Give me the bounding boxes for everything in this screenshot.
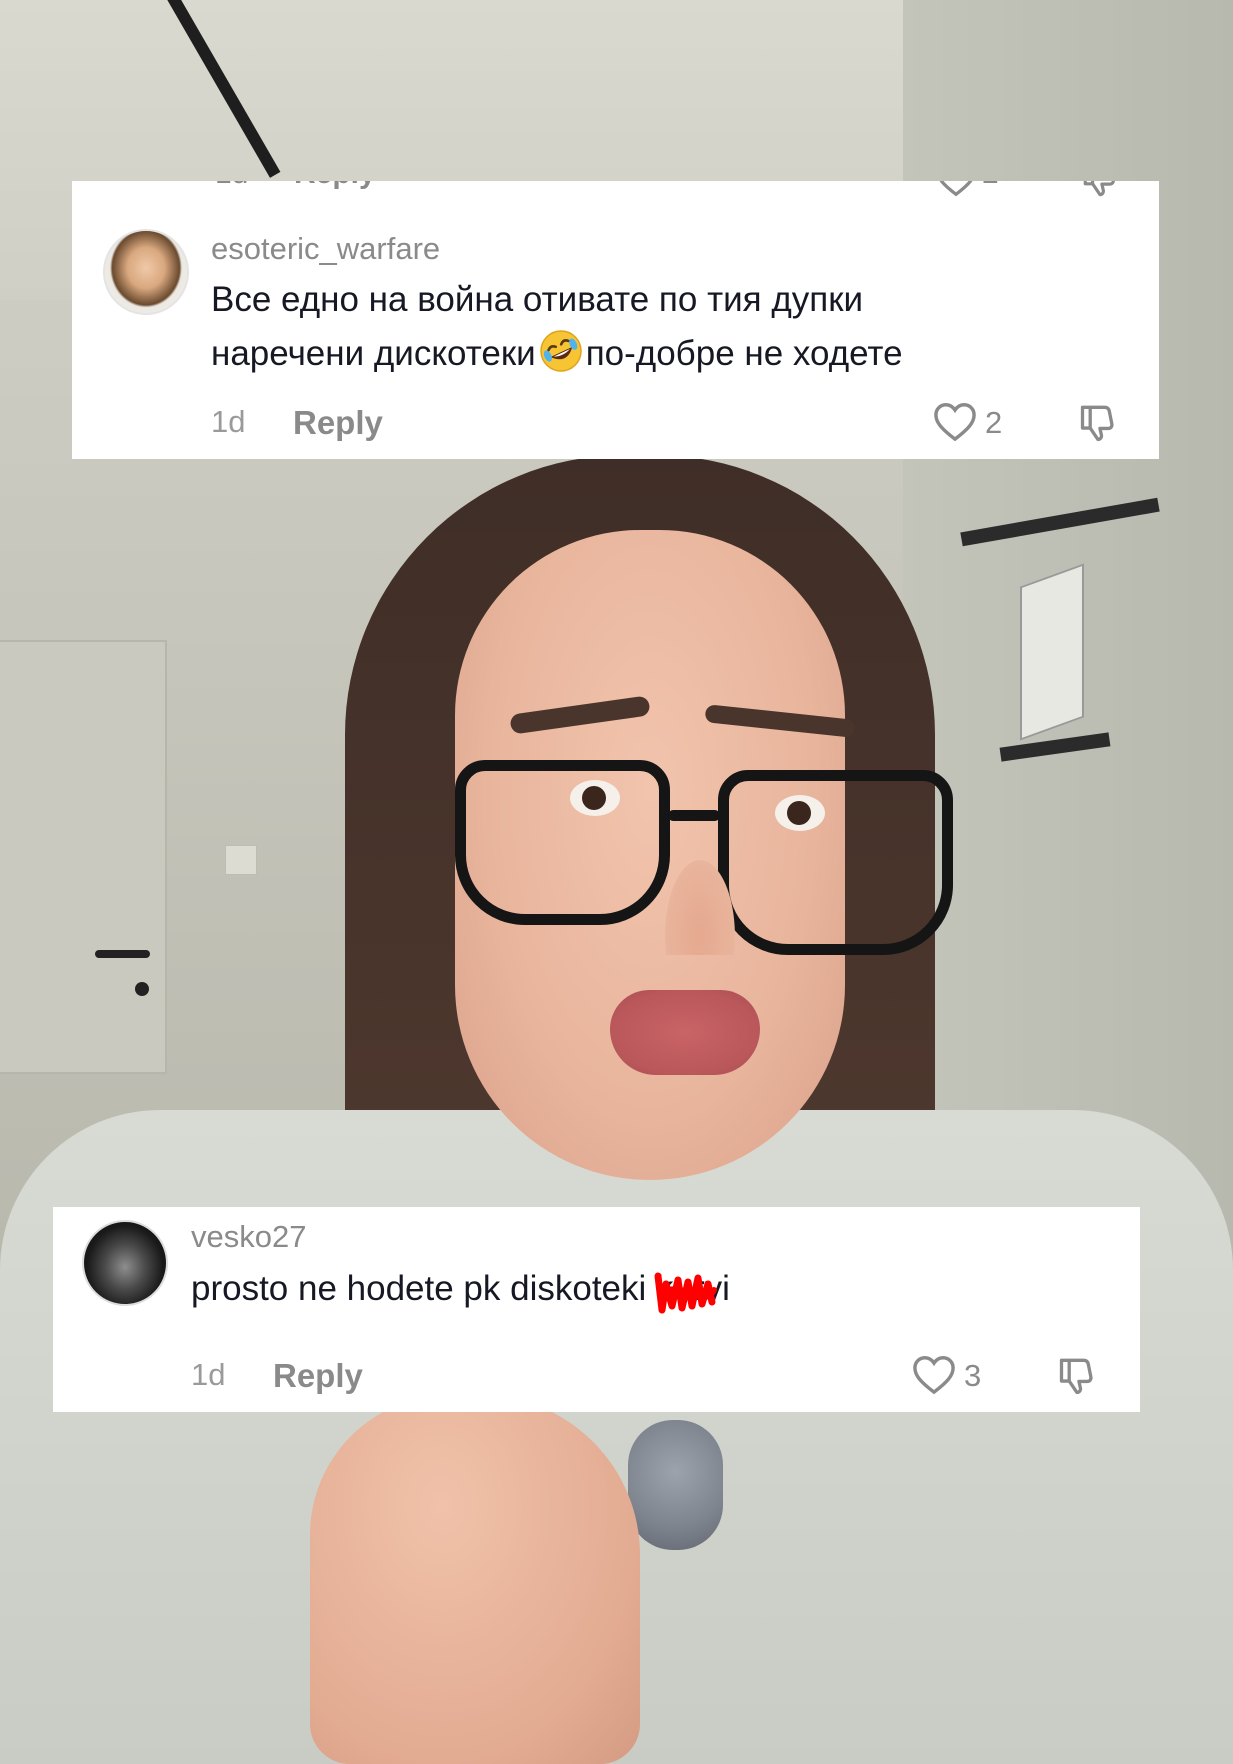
reply-button[interactable]: Reply xyxy=(294,181,376,191)
picture-frame xyxy=(1020,563,1084,741)
comment-username[interactable]: esoteric_warfare xyxy=(211,231,440,267)
thumbs-down-outline-icon[interactable] xyxy=(1077,400,1121,444)
like-count: 3 xyxy=(964,1358,982,1393)
like-count: 2 xyxy=(985,405,1003,440)
comment-time: 1d xyxy=(215,181,248,191)
presenter-lips xyxy=(610,990,760,1075)
avatar[interactable] xyxy=(82,1220,168,1306)
comment-text-line: Все едно на война отивате по тия дупки xyxy=(211,280,864,319)
comment-text-line: наречени дискотеки по-добре не ходете xyxy=(211,327,903,381)
censored-word: kur xyxy=(654,1262,718,1316)
glasses-lens xyxy=(455,760,670,925)
heart-outline-icon[interactable] xyxy=(911,1353,957,1395)
comment-text: Все едно на война отивате по тия дупки н… xyxy=(211,273,903,381)
previous-comment-actions-cutoff: 1d Reply 2 xyxy=(72,181,1159,197)
heart-outline-icon[interactable] xyxy=(934,181,978,205)
thumbs-down-outline-icon[interactable] xyxy=(1080,181,1122,207)
glasses-bridge xyxy=(668,810,720,821)
comment-time: 1d xyxy=(211,404,246,439)
comment-username[interactable]: vesko27 xyxy=(191,1219,306,1255)
lapel-microphone xyxy=(628,1420,723,1550)
door-lock xyxy=(135,982,149,996)
comment-card: 1d Reply 2 esoteric_warfare Все едно на … xyxy=(72,181,1159,459)
comment-text-segment: prosto ne hodete pk diskoteki xyxy=(191,1269,657,1308)
comment-text: prosto ne hodete pk diskoteki kur vi xyxy=(191,1262,730,1316)
like-count: 2 xyxy=(982,181,999,191)
comment-actions: 1d Reply 3 xyxy=(53,1356,1140,1399)
censor-scribble-icon xyxy=(654,1272,718,1314)
presenter-fist xyxy=(310,1395,640,1764)
reply-button[interactable]: Reply xyxy=(273,1357,363,1395)
light-switch xyxy=(225,845,257,875)
comment-card: vesko27 prosto ne hodete pk diskoteki ku… xyxy=(53,1207,1140,1412)
comment-time: 1d xyxy=(191,1357,226,1392)
avatar[interactable] xyxy=(103,229,189,315)
heart-outline-icon[interactable] xyxy=(932,400,978,442)
rolling-on-floor-laughing-emoji-icon xyxy=(538,328,584,374)
reply-button[interactable]: Reply xyxy=(293,404,383,442)
door-handle xyxy=(95,950,150,958)
comment-text-segment: по-добре не ходете xyxy=(585,334,903,373)
thumbs-down-outline-icon[interactable] xyxy=(1056,1353,1100,1397)
door xyxy=(0,640,167,1074)
comment-text-segment: наречени дискотеки xyxy=(211,334,536,373)
presenter-nose xyxy=(665,860,735,955)
comment-actions: 1d Reply 2 xyxy=(72,403,1159,446)
glasses-lens xyxy=(718,770,953,955)
